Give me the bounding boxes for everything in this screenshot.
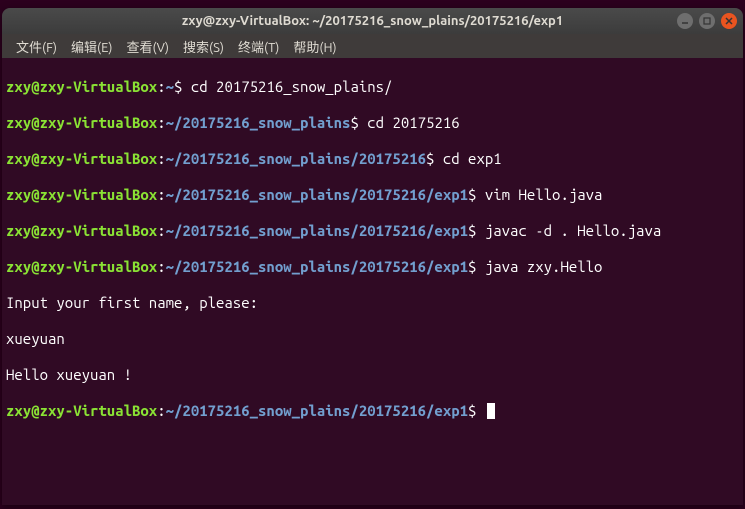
prompt-path: ~ <box>166 78 174 95</box>
menu-file[interactable]: 文件(F) <box>10 35 63 58</box>
close-button[interactable] <box>721 13 737 29</box>
menu-help[interactable]: 帮助(H) <box>287 35 342 58</box>
terminal-line: zxy@zxy-VirtualBox:~/20175216_snow_plain… <box>6 402 739 420</box>
minimize-button[interactable] <box>677 13 693 29</box>
cursor <box>487 403 495 419</box>
maximize-button[interactable] <box>699 13 715 29</box>
menu-view[interactable]: 查看(V) <box>121 35 175 58</box>
window-controls <box>677 13 737 29</box>
terminal-line: zxy@zxy-VirtualBox:~/20175216_snow_plain… <box>6 114 739 132</box>
command: cd 20175216_snow_plains/ <box>191 78 393 95</box>
prompt-user: zxy <box>6 78 31 95</box>
terminal-window: zxy@zxy-VirtualBox: ~/20175216_snow_plai… <box>2 8 743 505</box>
menubar: 文件(F) 编辑(E) 查看(V) 搜索(S) 终端(T) 帮助(H) <box>2 34 743 58</box>
terminal-output: Hello xueyuan ! <box>6 366 739 384</box>
menu-search[interactable]: 搜索(S) <box>177 35 230 58</box>
terminal-output: xueyuan <box>6 330 739 348</box>
menu-edit[interactable]: 编辑(E) <box>65 35 118 58</box>
terminal-line: zxy@zxy-VirtualBox:~/20175216_snow_plain… <box>6 186 739 204</box>
prompt-host: zxy-VirtualBox <box>40 78 158 95</box>
terminal-line: zxy@zxy-VirtualBox:~/20175216_snow_plain… <box>6 222 739 240</box>
window-title: zxy@zxy-VirtualBox: ~/20175216_snow_plai… <box>182 14 563 28</box>
terminal-content[interactable]: zxy@zxy-VirtualBox:~$ cd 20175216_snow_p… <box>2 58 743 458</box>
terminal-line: zxy@zxy-VirtualBox:~$ cd 20175216_snow_p… <box>6 78 739 96</box>
menu-terminal[interactable]: 终端(T) <box>232 35 285 58</box>
terminal-line: zxy@zxy-VirtualBox:~/20175216_snow_plain… <box>6 150 739 168</box>
titlebar: zxy@zxy-VirtualBox: ~/20175216_snow_plai… <box>2 8 743 34</box>
terminal-output: Input your first name, please: <box>6 294 739 312</box>
terminal-line: zxy@zxy-VirtualBox:~/20175216_snow_plain… <box>6 258 739 276</box>
